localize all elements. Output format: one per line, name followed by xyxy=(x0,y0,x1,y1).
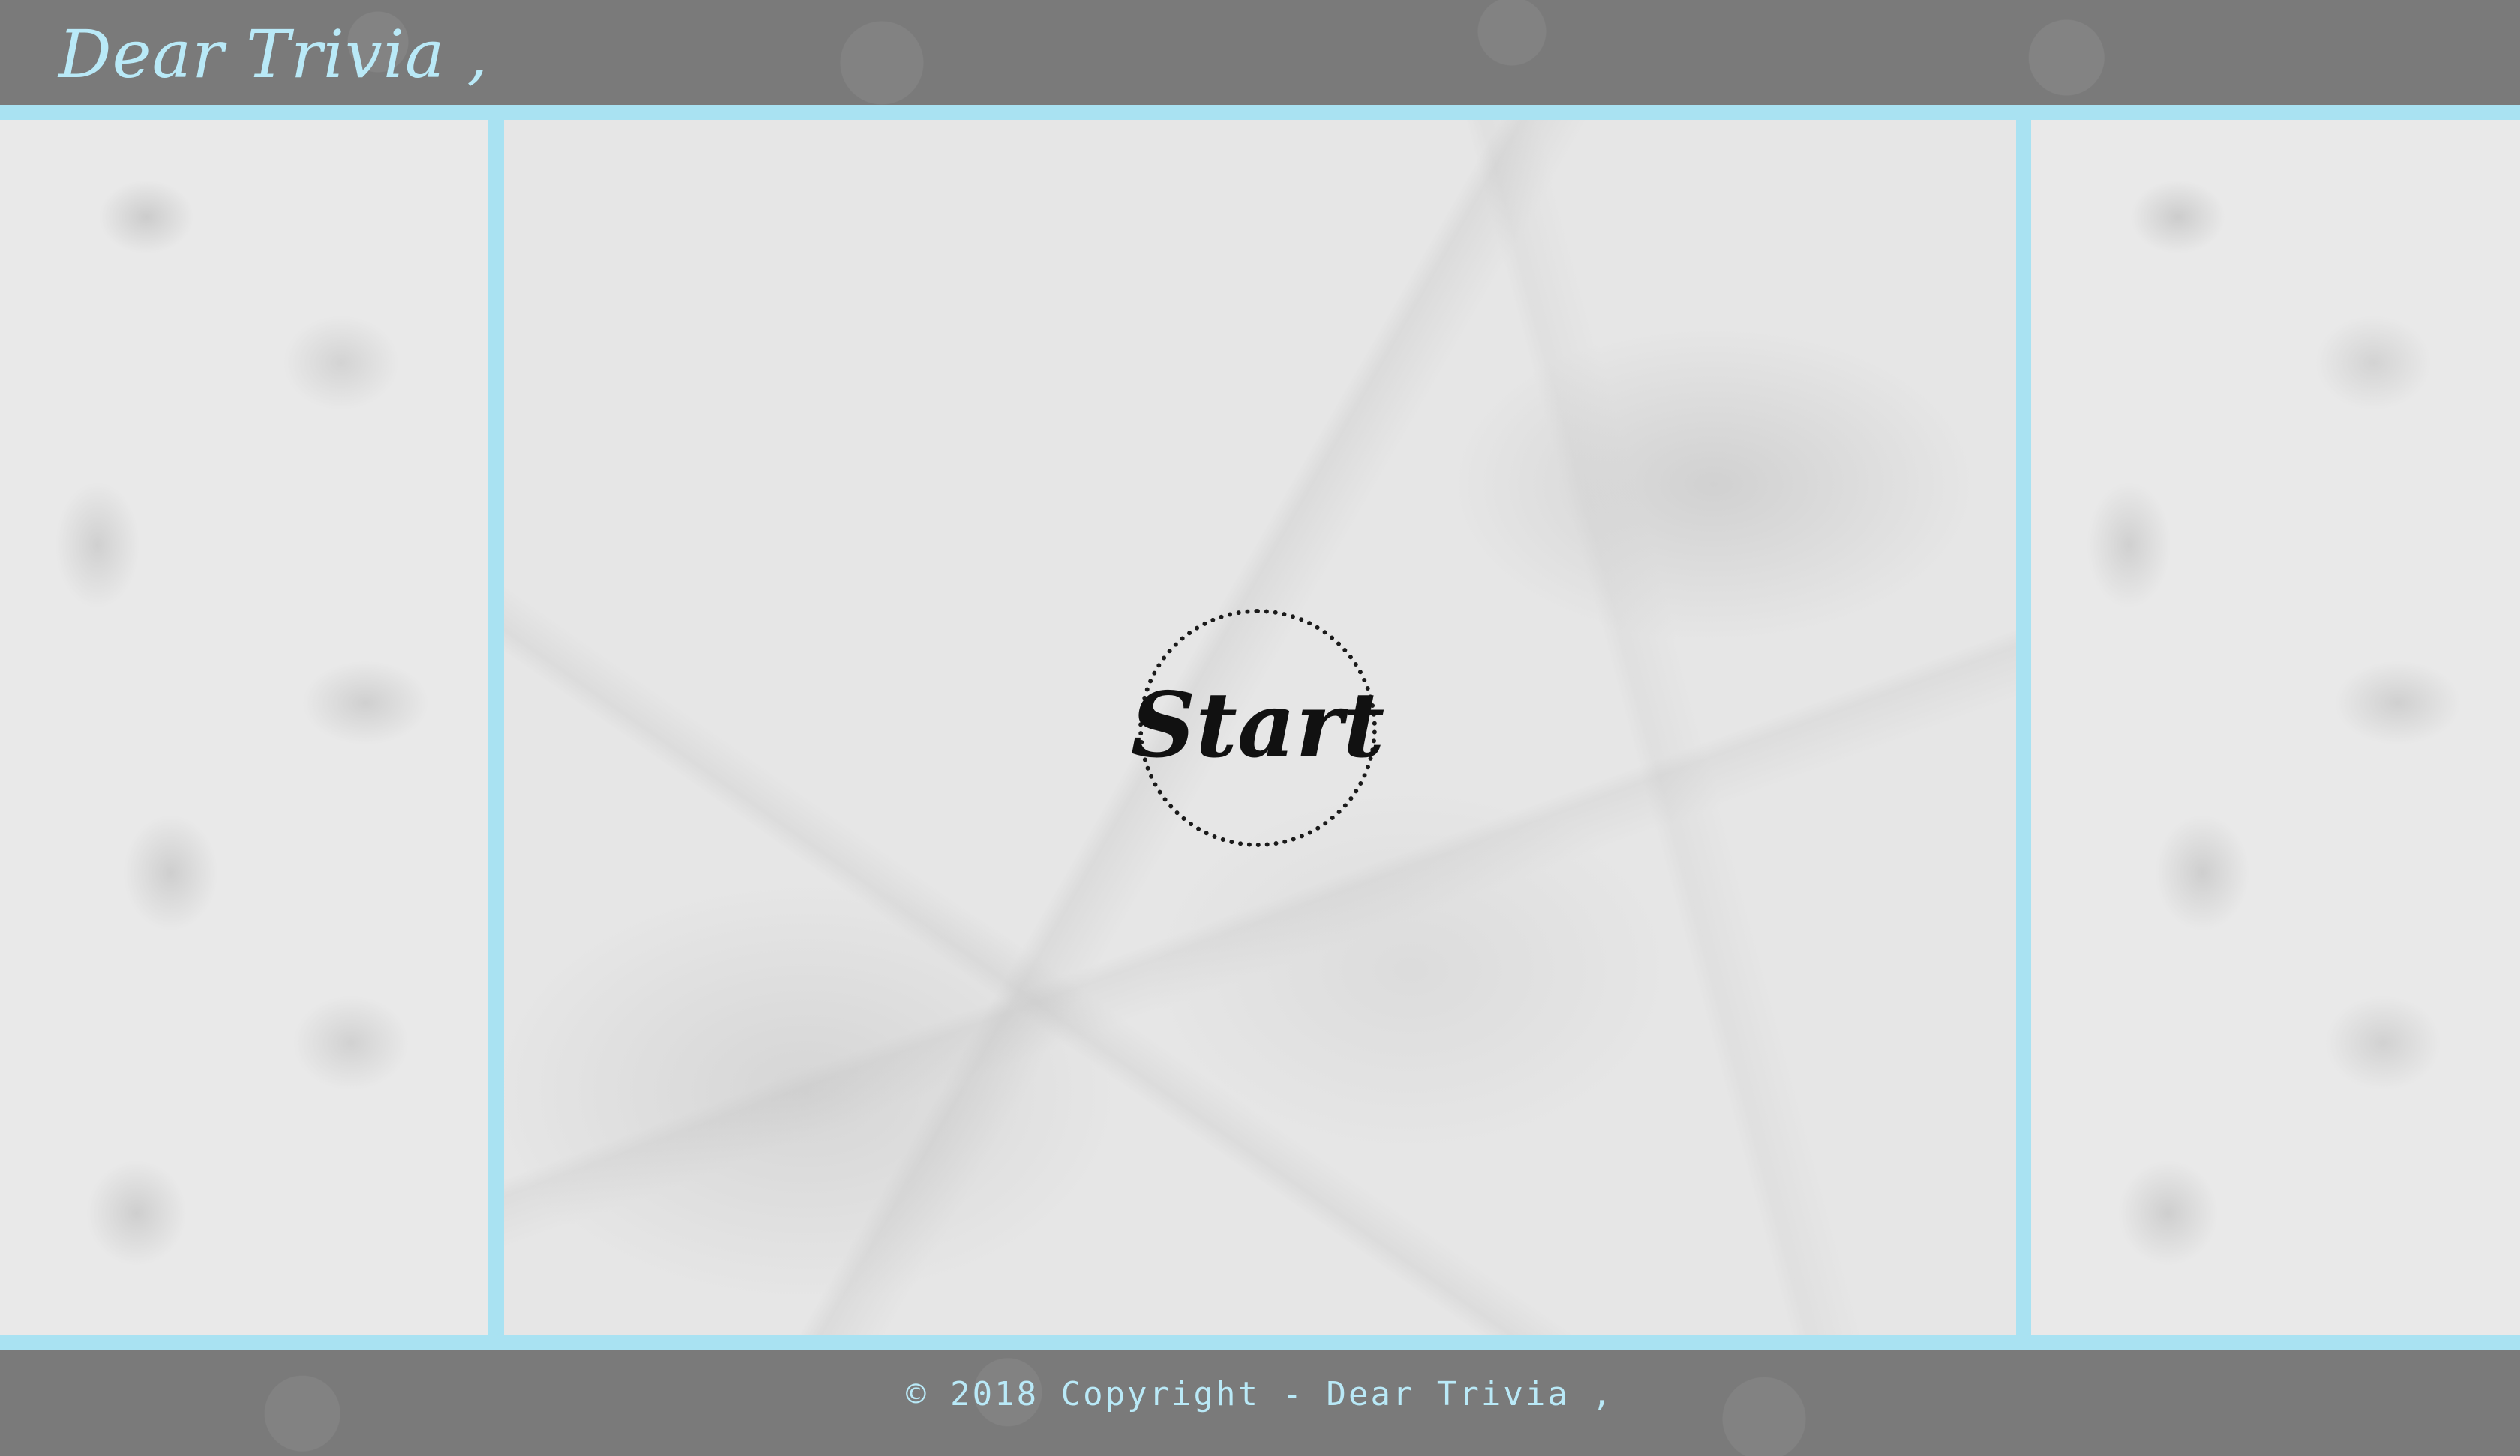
floral-pattern-right xyxy=(2031,120,2520,1335)
frame-border-left xyxy=(488,120,504,1335)
site-footer: © 2018 Copyright - Dear Trivia , xyxy=(0,1335,2520,1456)
floral-pattern-left xyxy=(0,120,488,1335)
start-label: Start xyxy=(1130,673,1385,778)
start-button[interactable]: Start xyxy=(1131,609,1384,847)
site-title[interactable]: Dear Trivia , xyxy=(58,13,488,96)
copyright-text: © 2018 Copyright - Dear Trivia , xyxy=(906,1375,1614,1413)
frame-border-right xyxy=(2016,120,2031,1335)
site-header: Dear Trivia , xyxy=(0,0,2520,120)
